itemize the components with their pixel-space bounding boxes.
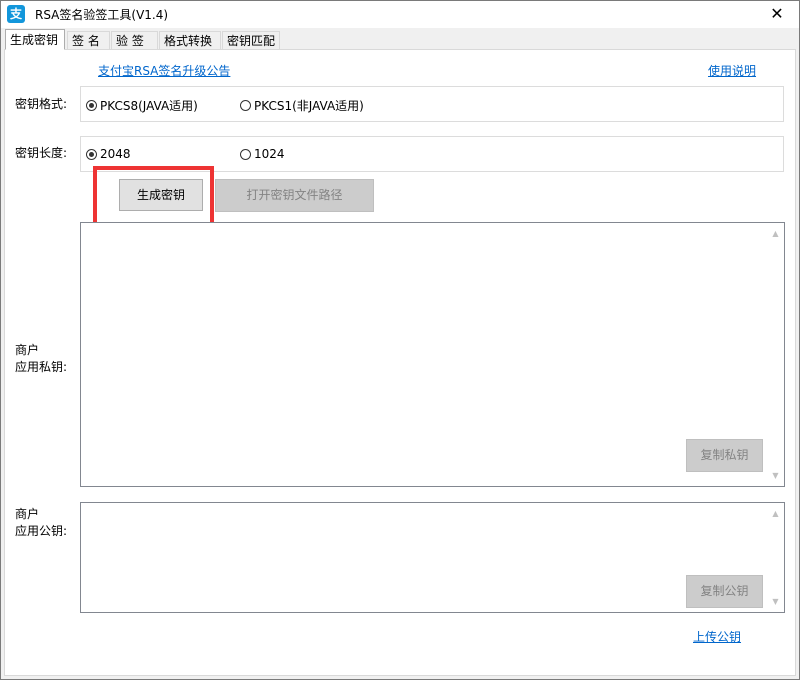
tab-sign[interactable]: 签 名 bbox=[67, 31, 110, 49]
radio-pkcs1[interactable]: PKCS1(非JAVA适用) bbox=[240, 97, 364, 114]
private-key-scrollbar[interactable]: ▲ ▼ bbox=[767, 223, 784, 486]
main-window: 支 RSA签名验签工具(V1.4) ✕ 生成密钥 签 名 验 签 格式转换 密钥… bbox=[0, 0, 800, 680]
radio-2048[interactable]: 2048 bbox=[86, 147, 131, 161]
public-key-label-line2: 应用公钥: bbox=[15, 524, 68, 538]
radio-pkcs8-label: PKCS8(JAVA适用) bbox=[100, 99, 198, 113]
tab-key-match[interactable]: 密钥匹配 bbox=[222, 31, 280, 49]
help-link[interactable]: 使用说明 bbox=[708, 62, 756, 79]
radio-pkcs8[interactable]: PKCS8(JAVA适用) bbox=[86, 97, 198, 114]
radio-1024-label: 1024 bbox=[254, 147, 285, 161]
radio-pkcs1-label: PKCS1(非JAVA适用) bbox=[254, 99, 364, 113]
scroll-up-icon[interactable]: ▲ bbox=[767, 505, 784, 522]
key-format-label: 密钥格式: bbox=[15, 97, 68, 111]
scroll-down-icon[interactable]: ▼ bbox=[767, 593, 784, 610]
scroll-down-icon[interactable]: ▼ bbox=[767, 467, 784, 484]
public-key-scrollbar[interactable]: ▲ ▼ bbox=[767, 503, 784, 612]
radio-unchecked-icon bbox=[240, 148, 251, 160]
public-key-label-line1: 商户 bbox=[15, 507, 40, 521]
upload-public-key-link[interactable]: 上传公钥 bbox=[693, 628, 741, 645]
highlight-box bbox=[93, 166, 214, 226]
public-key-textarea[interactable]: ▲ ▼ 复制公钥 bbox=[80, 502, 785, 613]
close-button[interactable]: ✕ bbox=[755, 1, 799, 28]
private-key-label-line1: 商户 bbox=[15, 343, 40, 357]
title-bar: 支 RSA签名验签工具(V1.4) ✕ bbox=[1, 1, 799, 28]
window-title: RSA签名验签工具(V1.4) bbox=[35, 8, 169, 22]
open-key-path-button[interactable]: 打开密钥文件路径 bbox=[215, 179, 374, 212]
radio-checked-icon bbox=[86, 100, 97, 111]
tab-generate-key[interactable]: 生成密钥 bbox=[5, 29, 65, 50]
radio-unchecked-icon bbox=[240, 100, 251, 111]
close-icon: ✕ bbox=[770, 4, 784, 23]
key-length-label: 密钥长度: bbox=[15, 146, 68, 160]
scroll-up-icon[interactable]: ▲ bbox=[767, 225, 784, 242]
alipay-app-icon: 支 bbox=[7, 5, 25, 23]
radio-2048-label: 2048 bbox=[100, 147, 131, 161]
copy-public-key-button[interactable]: 复制公钥 bbox=[686, 575, 763, 608]
tab-format-convert[interactable]: 格式转换 bbox=[159, 31, 221, 49]
radio-checked-icon bbox=[86, 148, 97, 160]
key-format-group: PKCS8(JAVA适用) PKCS1(非JAVA适用) bbox=[80, 86, 784, 122]
tab-verify[interactable]: 验 签 bbox=[111, 31, 158, 49]
private-key-textarea[interactable]: ▲ ▼ 复制私钥 bbox=[80, 222, 785, 487]
radio-1024[interactable]: 1024 bbox=[240, 147, 285, 161]
announcement-link[interactable]: 支付宝RSA签名升级公告 bbox=[98, 62, 230, 79]
private-key-label-line2: 应用私钥: bbox=[15, 360, 68, 374]
copy-private-key-button[interactable]: 复制私钥 bbox=[686, 439, 763, 472]
